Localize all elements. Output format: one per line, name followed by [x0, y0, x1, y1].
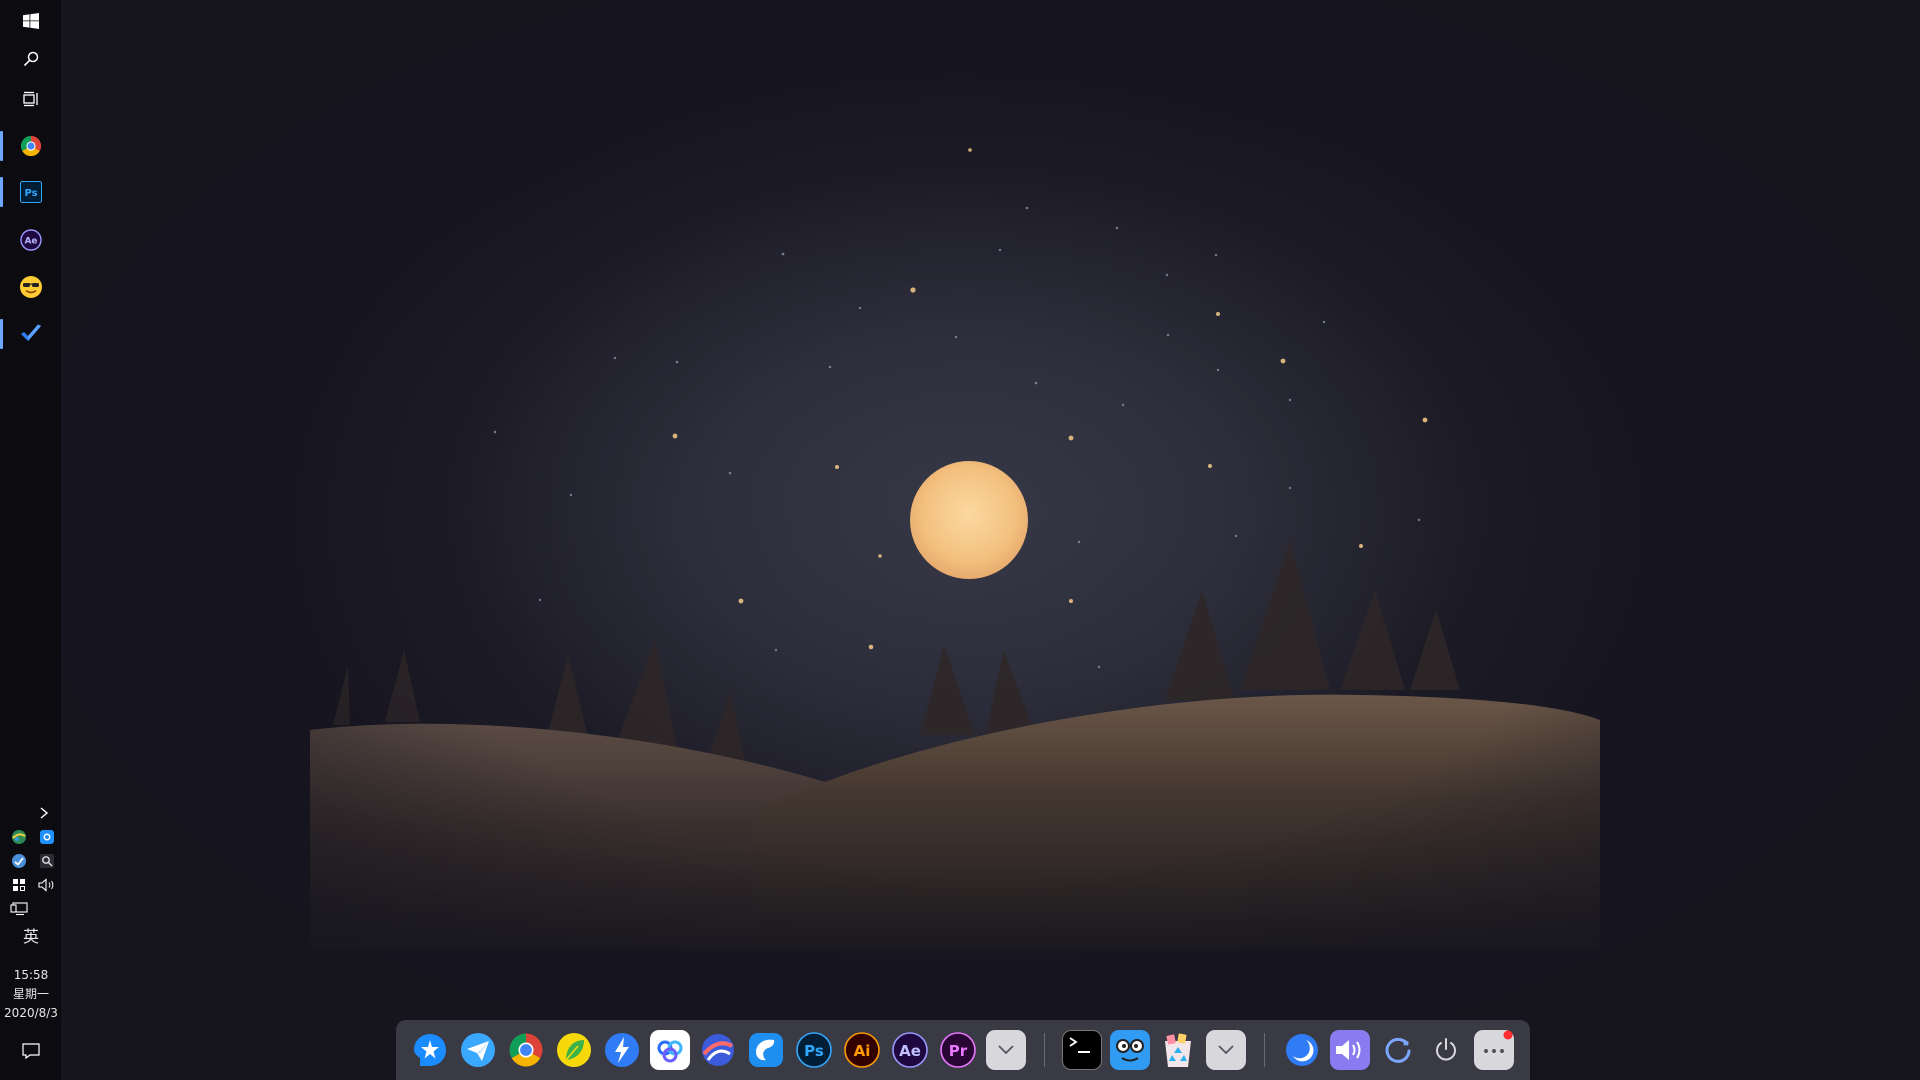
photoshop-icon: Ps: [20, 181, 42, 203]
tray-search-app[interactable]: [38, 852, 56, 870]
dock-app-premiere[interactable]: Pr: [938, 1030, 978, 1070]
chevron-right-icon: [40, 807, 49, 819]
svg-text:Pr: Pr: [949, 1042, 968, 1060]
after-effects-icon: Ae: [20, 229, 42, 251]
desktop-wallpaper: [62, 0, 1920, 1080]
task-view-icon: [23, 91, 38, 107]
dock-app-photoshop[interactable]: Ps: [794, 1030, 834, 1070]
dock-night-mode-button[interactable]: [1282, 1030, 1322, 1070]
search-icon: [23, 51, 39, 67]
clock-time: 15:58: [13, 968, 49, 982]
tray-network-globe[interactable]: [10, 828, 28, 846]
dock-app-recycle-bin[interactable]: [1158, 1030, 1198, 1070]
checkmark-icon: [21, 324, 41, 341]
task-view-button[interactable]: [0, 78, 62, 120]
dock-app-browser[interactable]: [698, 1030, 738, 1070]
chrome-icon: [20, 135, 42, 157]
moon-icon: [1286, 1034, 1318, 1066]
dock-app-after-effects[interactable]: Ae: [890, 1030, 930, 1070]
clock-weekday: 星期一: [12, 987, 49, 1001]
svg-text:Ai: Ai: [854, 1042, 871, 1060]
clock-date: 2020/8/3: [4, 1006, 58, 1020]
dock-app-feishu[interactable]: [458, 1030, 498, 1070]
leaf-icon: [557, 1033, 591, 1067]
dock-power-button[interactable]: [1426, 1030, 1466, 1070]
taskbar-app-todo[interactable]: [0, 313, 62, 355]
chrome-icon: [509, 1033, 543, 1067]
night-landscape-illustration: [62, 0, 1920, 1080]
dock-app-terminal[interactable]: [1062, 1030, 1102, 1070]
taskbar-app-after-effects[interactable]: Ae: [0, 219, 62, 261]
paper-plane-icon: [461, 1033, 495, 1067]
volume-icon: [1336, 1040, 1361, 1060]
tray-app-grid[interactable]: [10, 876, 28, 894]
search-button[interactable]: [0, 38, 62, 80]
dock-more-apps-button[interactable]: [986, 1030, 1026, 1070]
taskbar: Ps Ae 英 15:58 星期一 2020/8/3: [0, 0, 62, 1080]
volume-icon: [38, 878, 54, 892]
photoshop-icon: Ps: [796, 1032, 832, 1068]
terminal-icon: [1069, 1037, 1090, 1053]
notification-icon: [22, 1043, 40, 1059]
after-effects-icon: Ae: [892, 1032, 928, 1068]
shield-icon: [12, 854, 26, 868]
tray-display[interactable]: [10, 900, 28, 918]
dock-app-chrome[interactable]: [506, 1030, 546, 1070]
display-icon: [10, 902, 28, 916]
system-clock[interactable]: 15:58 星期一 2020/8/3: [0, 966, 62, 1023]
dock-more-tools-button[interactable]: [1206, 1030, 1246, 1070]
svg-text:Ps: Ps: [24, 188, 37, 199]
svg-text:Ps: Ps: [804, 1042, 824, 1060]
power-icon: [1436, 1038, 1456, 1061]
app-dock: Ps Ai Ae Pr: [396, 1020, 1530, 1080]
dock-app-lightning[interactable]: [602, 1030, 642, 1070]
windows-icon: [23, 13, 39, 29]
search-app-icon: [40, 854, 54, 868]
ellipsis-icon: [1484, 1030, 1513, 1053]
taskbar-app-emoji[interactable]: [0, 266, 62, 308]
dock-separator: [1044, 1033, 1045, 1067]
cloud-app-icon: [40, 830, 54, 844]
dock-app-dingtalk[interactable]: [410, 1030, 450, 1070]
dock-app-illustrator[interactable]: Ai: [842, 1030, 882, 1070]
dock-app-baidu-netdisk[interactable]: [650, 1030, 690, 1070]
globe-browser-icon: [702, 1034, 734, 1066]
tray-cloud-app[interactable]: [38, 828, 56, 846]
dock-refresh-button[interactable]: [1378, 1030, 1418, 1070]
bird-icon: [749, 1033, 783, 1067]
premiere-icon: Pr: [940, 1032, 976, 1068]
recycle-bin-icon: [1165, 1033, 1191, 1067]
lightning-icon: [605, 1033, 639, 1067]
dock-menu-button[interactable]: [1474, 1030, 1514, 1070]
svg-text:Ae: Ae: [24, 237, 37, 247]
start-button[interactable]: [0, 0, 62, 42]
illustrator-icon: Ai: [844, 1032, 880, 1068]
dingtalk-icon: [414, 1034, 446, 1066]
dock-volume-button[interactable]: [1330, 1030, 1370, 1070]
input-method-indicator[interactable]: 英: [0, 924, 62, 950]
notification-center-button[interactable]: [0, 1030, 62, 1072]
tray-volume[interactable]: [38, 876, 56, 894]
refresh-icon: [1385, 1037, 1411, 1063]
chevron-down-icon: [1218, 1045, 1234, 1055]
cloud-disk-icon: [657, 1040, 683, 1063]
dock-app-leaf[interactable]: [554, 1030, 594, 1070]
tray-shield[interactable]: [10, 852, 28, 870]
tray-expand-button[interactable]: [24, 804, 64, 822]
dock-app-bird-browser[interactable]: [746, 1030, 786, 1070]
network-globe-icon: [12, 830, 26, 844]
finder-face-icon: [1111, 1031, 1149, 1069]
taskbar-app-chrome[interactable]: [0, 125, 62, 167]
dock-separator: [1264, 1033, 1265, 1067]
taskbar-app-photoshop[interactable]: Ps: [0, 171, 62, 213]
sunglasses-face-icon: [20, 276, 42, 298]
notification-badge: [1503, 1030, 1513, 1040]
svg-text:Ae: Ae: [899, 1042, 921, 1060]
app-grid-icon: [13, 879, 25, 891]
dock-app-finder[interactable]: [1110, 1030, 1150, 1070]
chevron-down-icon: [998, 1045, 1014, 1055]
